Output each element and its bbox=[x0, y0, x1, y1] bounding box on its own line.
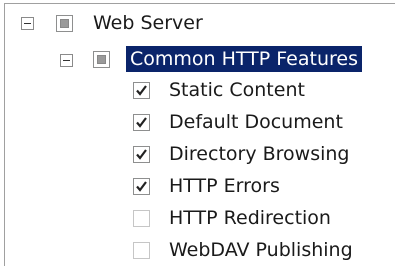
tree-item-web-server[interactable]: Web Server bbox=[93, 11, 203, 35]
tree-item-static-content[interactable]: Static Content bbox=[169, 78, 305, 102]
http-redirection-checkbox[interactable] bbox=[133, 210, 150, 227]
tree-item-http-redirection[interactable]: HTTP Redirection bbox=[169, 206, 331, 230]
group-collapse-icon[interactable] bbox=[60, 54, 73, 67]
feature-tree: Web Server Common HTTP Features Static C… bbox=[4, 3, 395, 266]
static-content-checkbox[interactable] bbox=[133, 82, 150, 99]
root-collapse-icon[interactable] bbox=[21, 17, 34, 30]
http-errors-checkbox[interactable] bbox=[133, 178, 150, 195]
group-checkbox[interactable] bbox=[93, 51, 110, 68]
root-checkbox[interactable] bbox=[56, 15, 73, 32]
directory-browsing-checkbox[interactable] bbox=[133, 146, 150, 163]
checkmark-icon bbox=[136, 181, 147, 192]
checkmark-icon bbox=[136, 117, 147, 128]
tree-item-directory-browsing[interactable]: Directory Browsing bbox=[169, 142, 349, 166]
tree-item-webdav-publishing[interactable]: WebDAV Publishing bbox=[169, 238, 353, 262]
checkmark-icon bbox=[136, 149, 147, 160]
tree-item-default-document[interactable]: Default Document bbox=[169, 110, 343, 134]
tree-item-http-errors[interactable]: HTTP Errors bbox=[169, 174, 280, 198]
default-document-checkbox[interactable] bbox=[133, 114, 150, 131]
checkmark-icon bbox=[136, 85, 147, 96]
webdav-publishing-checkbox[interactable] bbox=[133, 242, 150, 259]
tree-item-common-http-features[interactable]: Common HTTP Features bbox=[126, 46, 362, 72]
